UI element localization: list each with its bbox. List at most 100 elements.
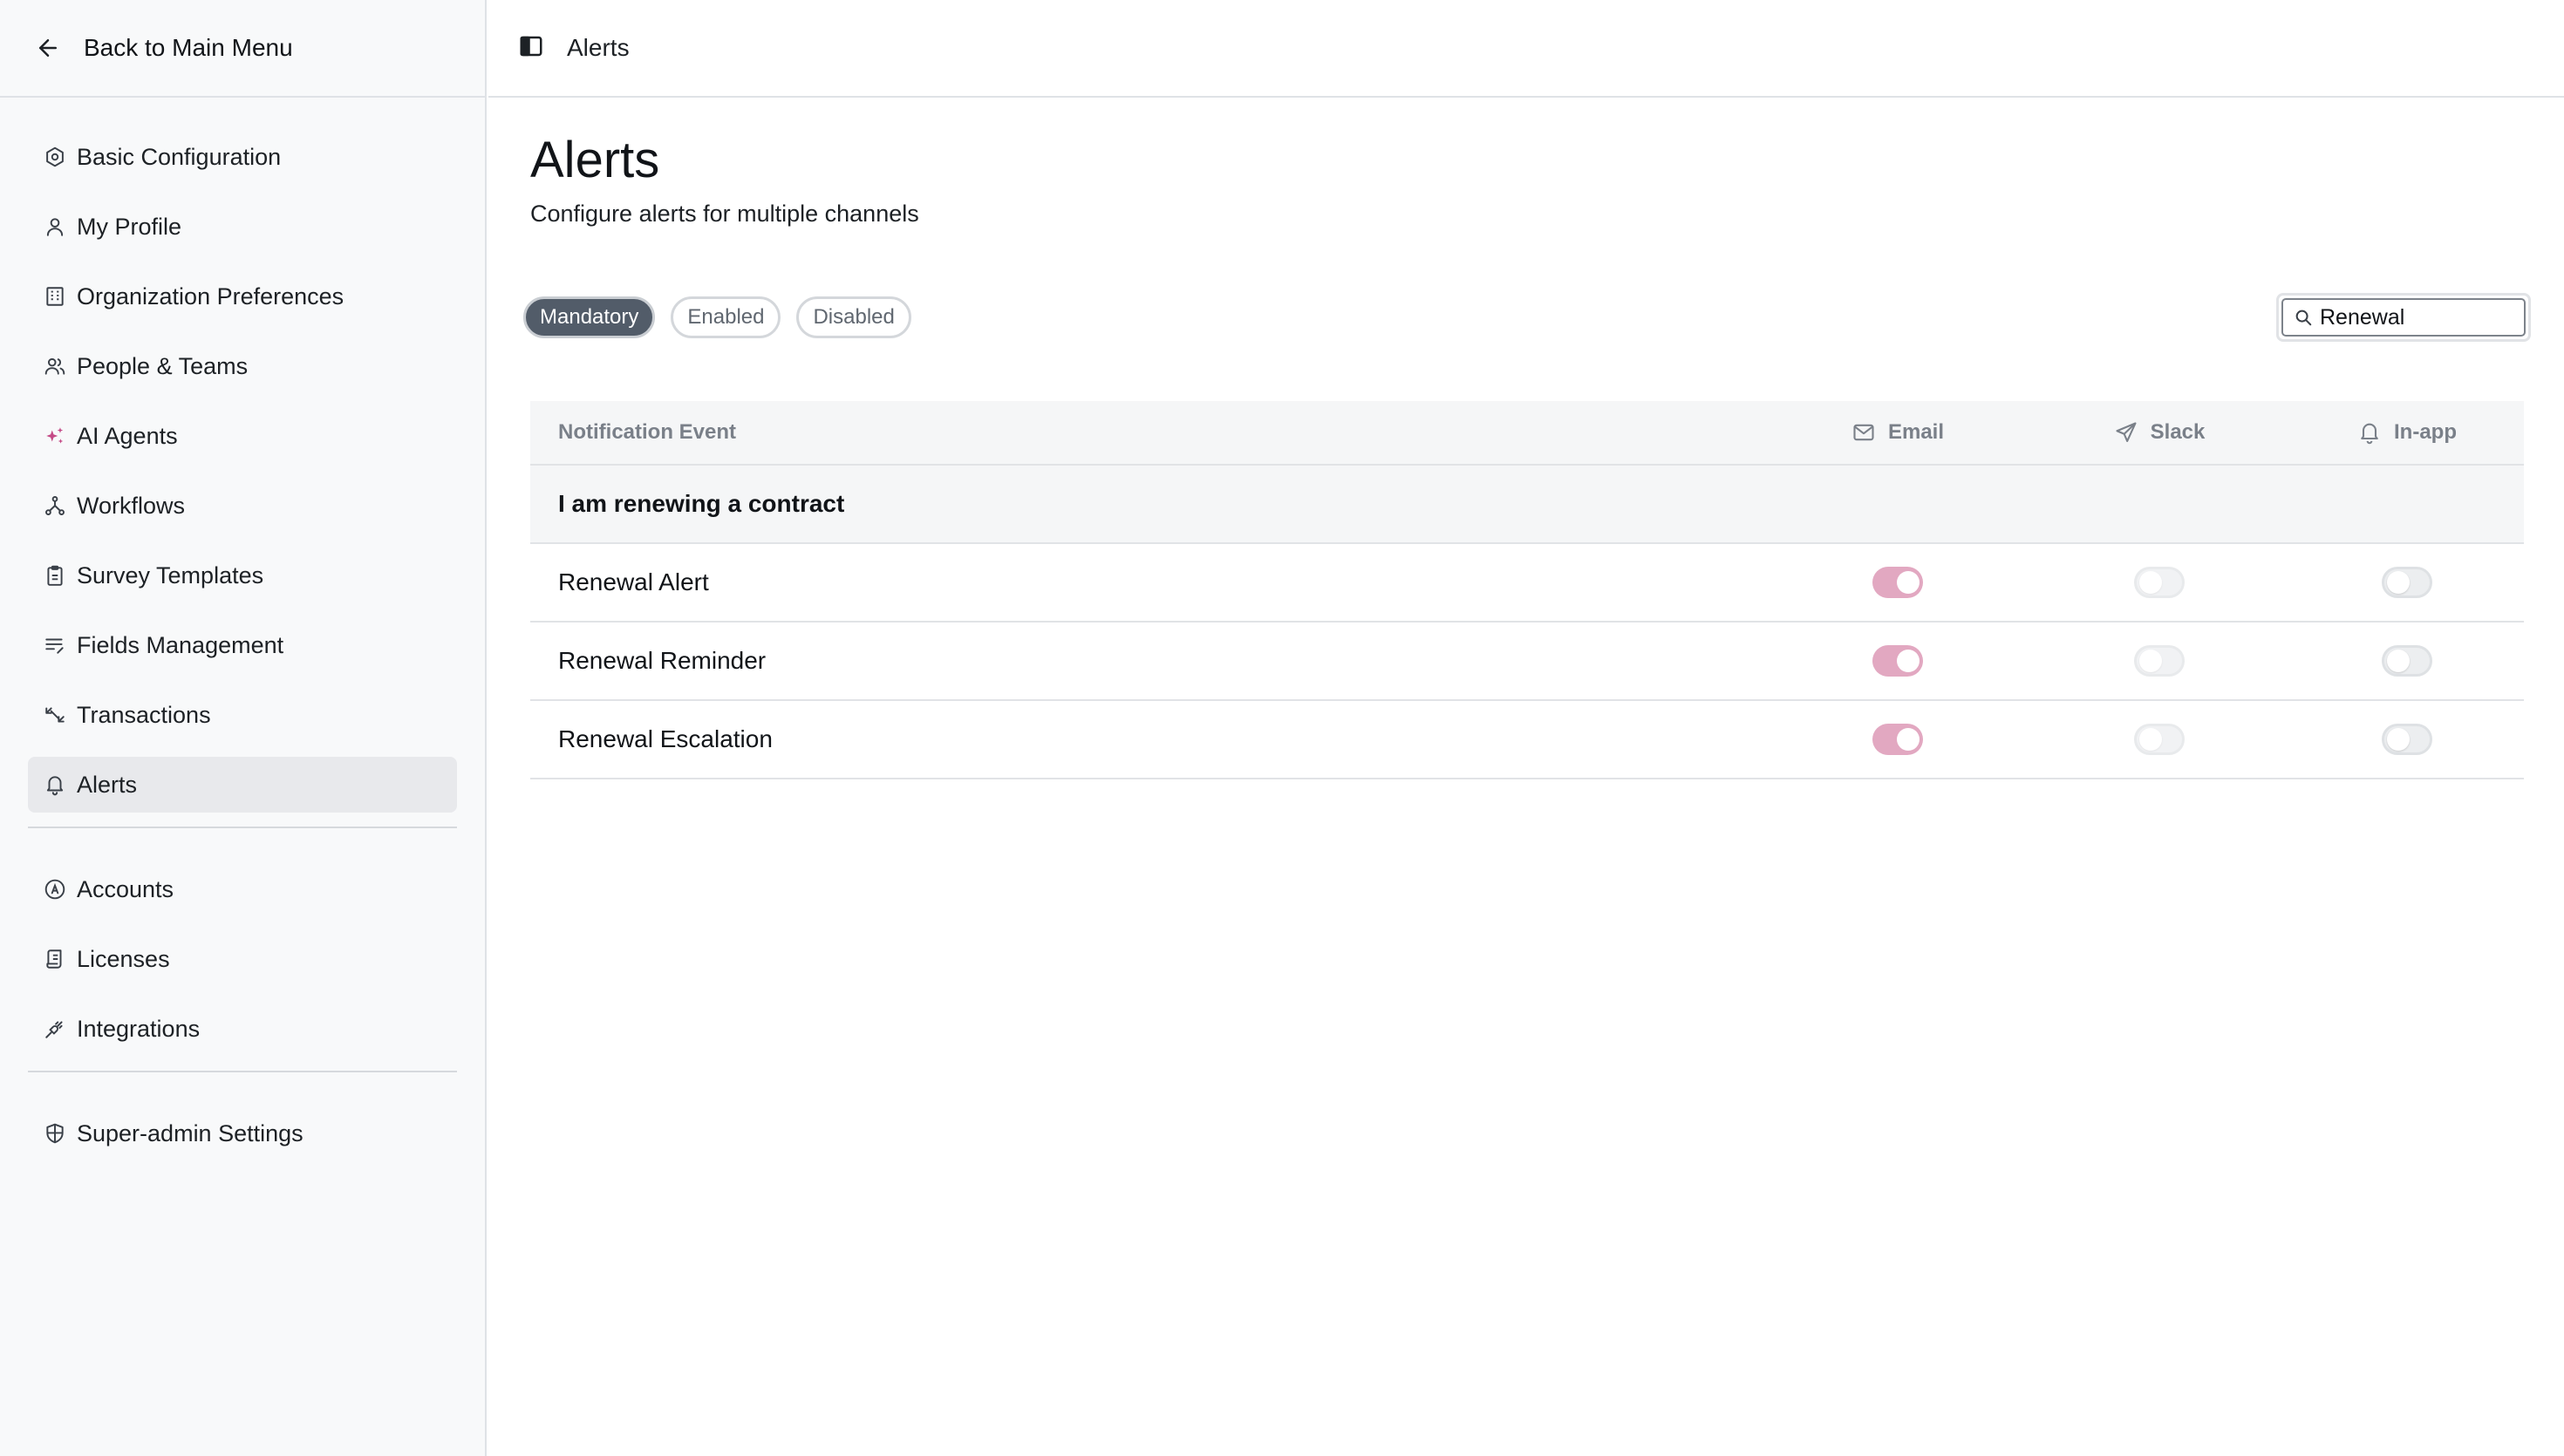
building-icon — [42, 283, 68, 310]
sidebar-toggle-icon[interactable] — [518, 33, 544, 64]
event-name: Renewal Alert — [558, 568, 709, 595]
nav-group-main: Basic Configuration My Profile Organizat… — [28, 98, 457, 828]
sidebar-item-ai-agents[interactable]: AI Agents — [28, 408, 457, 464]
filter-chip-enabled[interactable]: Enabled — [671, 296, 781, 338]
table-group-row: I am renewing a contract — [530, 466, 2524, 544]
arrow-left-icon — [39, 39, 57, 57]
sidebar-item-label: Licenses — [77, 945, 170, 972]
sidebar-item-my-profile[interactable]: My Profile — [28, 199, 457, 255]
sidebar-item-label: AI Agents — [77, 422, 178, 449]
app-root: Back to Main Menu Basic Configuration My… — [0, 0, 2564, 1456]
sidebar-item-label: Basic Configuration — [77, 143, 282, 170]
sidebar-item-fields-management[interactable]: Fields Management — [28, 617, 457, 673]
search-input[interactable] — [2320, 304, 2512, 330]
email-toggle[interactable] — [1872, 724, 1923, 755]
sidebar-item-licenses[interactable]: Licenses — [28, 931, 457, 987]
table-row: Renewal Escalation — [530, 701, 2524, 779]
sidebar-item-alerts[interactable]: Alerts — [28, 757, 457, 813]
slack-cell — [2029, 645, 2290, 677]
topbar: Alerts — [488, 0, 2564, 98]
send-icon — [2116, 422, 2137, 442]
plug-icon — [42, 1016, 68, 1042]
table-row: Renewal Alert — [530, 544, 2524, 623]
slack-toggle[interactable] — [2134, 645, 2185, 677]
inapp-toggle[interactable] — [2382, 645, 2432, 677]
sidebar-item-people-teams[interactable]: People & Teams — [28, 338, 457, 394]
bell-icon — [42, 772, 68, 798]
sidebar-item-label: Accounts — [77, 875, 174, 902]
mail-icon — [1853, 424, 1874, 441]
sidebar-item-label: Super-admin Settings — [77, 1119, 303, 1146]
event-name: Renewal Escalation — [558, 725, 773, 752]
column-header-label: Email — [1887, 420, 1945, 444]
bell-icon — [2361, 423, 2378, 445]
breadcrumb: Alerts — [567, 34, 630, 61]
column-header-slack: Slack — [2029, 420, 2290, 445]
sidebar-item-label: My Profile — [77, 213, 182, 240]
inapp-cell — [2290, 645, 2524, 677]
column-header-inapp: In-app — [2290, 420, 2524, 445]
slack-toggle[interactable] — [2134, 567, 2185, 598]
email-toggle[interactable] — [1872, 567, 1923, 598]
back-label: Back to Main Menu — [84, 34, 293, 61]
page-title: Alerts — [530, 132, 660, 188]
sidebar-item-super-admin-settings[interactable]: Super-admin Settings — [28, 1106, 457, 1161]
inapp-cell — [2290, 724, 2524, 755]
search-icon — [2295, 310, 2312, 326]
column-header-label: Slack — [2150, 420, 2206, 444]
page-subtitle: Configure alerts for multiple channels — [530, 201, 919, 227]
circle-a-icon — [42, 876, 68, 902]
email-toggle[interactable] — [1872, 645, 1923, 677]
sidebar: Back to Main Menu Basic Configuration My… — [0, 0, 487, 1456]
alerts-table: Notification Event Email Slack In-app I … — [530, 401, 2524, 779]
column-header-label: In-app — [2394, 420, 2457, 444]
sidebar-item-transactions[interactable]: Transactions — [28, 687, 457, 743]
filter-chip-mandatory[interactable]: Mandatory — [523, 296, 656, 338]
slack-cell — [2029, 724, 2290, 755]
sidebar-item-label: People & Teams — [77, 352, 249, 379]
workflow-icon — [42, 493, 68, 519]
sidebar-item-basic-configuration[interactable]: Basic Configuration — [28, 129, 457, 185]
column-header-event: Notification Event — [558, 420, 737, 444]
sidebar-nav: Basic Configuration My Profile Organizat… — [0, 98, 485, 1161]
sparkles-icon — [42, 423, 68, 449]
sidebar-item-label: Transactions — [77, 701, 211, 728]
email-cell — [1767, 645, 2029, 677]
email-cell — [1767, 567, 2029, 598]
sidebar-header: Back to Main Menu — [0, 0, 485, 98]
sidebar-item-label: Organization Preferences — [77, 282, 344, 310]
slack-cell — [2029, 567, 2290, 598]
sidebar-item-survey-templates[interactable]: Survey Templates — [28, 548, 457, 603]
column-header-email: Email — [1767, 420, 2029, 445]
sidebar-item-workflows[interactable]: Workflows — [28, 478, 457, 534]
filter-chip-disabled[interactable]: Disabled — [796, 296, 911, 338]
search-field — [2281, 298, 2526, 337]
email-cell — [1767, 724, 2029, 755]
back-to-main-menu-link[interactable]: Back to Main Menu — [35, 34, 293, 62]
sidebar-item-integrations[interactable]: Integrations — [28, 1001, 457, 1057]
sidebar-item-label: Workflows — [77, 492, 186, 519]
slack-toggle[interactable] — [2134, 724, 2185, 755]
shield-icon — [42, 1120, 68, 1146]
sidebar-item-label: Fields Management — [77, 631, 284, 658]
table-header: Notification Event Email Slack In-app — [530, 401, 2524, 466]
nav-group-accounts: Accounts Licenses Integrations — [28, 828, 457, 1072]
users-icon — [42, 353, 68, 379]
arrows-icon — [42, 702, 68, 728]
clipboard-icon — [42, 562, 68, 589]
hexagon-settings-icon — [42, 144, 68, 170]
inapp-cell — [2290, 567, 2524, 598]
sidebar-item-label: Integrations — [77, 1015, 201, 1042]
sidebar-item-label: Alerts — [77, 771, 138, 798]
list-edit-icon — [42, 632, 68, 658]
nav-group-admin: Super-admin Settings — [28, 1072, 457, 1161]
sidebar-item-label: Survey Templates — [77, 561, 264, 589]
main-content: Alerts Configure alerts for multiple cha… — [488, 99, 2564, 1456]
sidebar-item-organization-preferences[interactable]: Organization Preferences — [28, 269, 457, 324]
sidebar-item-accounts[interactable]: Accounts — [28, 861, 457, 917]
event-name: Renewal Reminder — [558, 647, 767, 674]
inapp-toggle[interactable] — [2382, 567, 2432, 598]
search-box — [2276, 293, 2531, 342]
filter-chips: Mandatory Enabled Disabled — [523, 296, 911, 338]
inapp-toggle[interactable] — [2382, 724, 2432, 755]
